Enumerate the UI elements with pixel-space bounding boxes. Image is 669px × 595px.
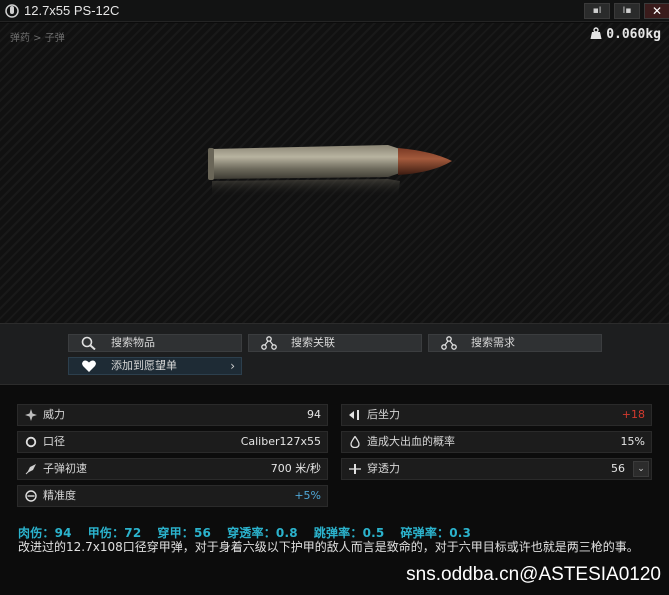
accuracy-icon: [25, 490, 37, 502]
summary-penetration-rate: 穿透率：0.8: [227, 526, 298, 540]
penetration-icon: [349, 464, 361, 474]
weight-display: 0.060kg: [590, 27, 661, 42]
add-wishlist-label: 添加到愿望单: [111, 359, 177, 372]
stat-value: 700 米/秒: [270, 462, 321, 475]
stat-label: 穿透力: [367, 462, 400, 475]
ballistics-summary: 肉伤：94 甲伤：72 穿甲：56 穿透率：0.8 跳弹率：0.5 碎弹率：0.3: [18, 524, 487, 541]
search-needs-label: 搜索需求: [471, 336, 515, 349]
summary-fragmentation-rate: 碎弹率：0.3: [400, 526, 472, 540]
damage-icon: [25, 409, 37, 421]
window-title: 12.7x55 PS-12C: [24, 3, 120, 18]
search-icon: [81, 336, 96, 350]
summary-ricochet-rate: 跳弹率：0.5: [313, 526, 385, 540]
stat-value: +5%: [294, 489, 321, 502]
breadcrumb: 弹药 > 子弹: [10, 33, 65, 44]
stat-label: 子弹初速: [43, 462, 87, 475]
stat-recoil: 后坐力 +18: [341, 404, 652, 426]
summary-armor-damage: 甲伤：72: [87, 526, 142, 540]
link-tree-icon: [261, 336, 277, 350]
stat-penetration: 穿透力 56 ⌄: [341, 458, 652, 480]
stat-damage: 威力 94: [17, 404, 328, 426]
stat-velocity: 子弹初速 700 米/秒: [17, 458, 328, 480]
stat-label: 威力: [43, 408, 65, 421]
stat-accuracy: 精准度 +5%: [17, 485, 328, 507]
stat-value: 15%: [620, 435, 645, 448]
ammo-icon: [5, 4, 19, 18]
summary-penetration: 穿甲：56: [157, 526, 212, 540]
close-button[interactable]: ✕: [644, 3, 669, 19]
add-wishlist-button[interactable]: 添加到愿望单 ›: [68, 357, 242, 375]
restore-button[interactable]: I▪: [614, 3, 640, 19]
action-bar: 搜索物品 搜索关联 搜索需求 添加到愿望单 ›: [0, 323, 669, 385]
velocity-icon: [25, 464, 36, 475]
item-preview: 弹药 > 子弹 0.060kg: [0, 23, 669, 323]
stat-value: 94: [307, 408, 321, 421]
bullet-image: [208, 145, 452, 197]
stat-caliber: 口径 Caliber127x55: [17, 431, 328, 453]
stat-value: Caliber127x55: [240, 435, 321, 448]
heart-icon: [82, 360, 96, 372]
stat-label: 后坐力: [367, 408, 400, 421]
minimize-button[interactable]: ▪I: [584, 3, 610, 19]
search-needs-button[interactable]: 搜索需求: [428, 334, 602, 352]
search-linked-button[interactable]: 搜索关联: [248, 334, 422, 352]
recoil-icon: [349, 410, 359, 420]
window-titlebar[interactable]: 12.7x55 PS-12C ▪I I▪ ✕: [0, 0, 669, 22]
blood-drop-icon: [350, 436, 360, 448]
stat-value: 56: [611, 462, 625, 475]
chevron-down-icon[interactable]: ⌄: [633, 461, 649, 477]
caliber-icon: [25, 436, 37, 448]
watermark: sns.oddba.cn@ASTESIA0120: [406, 564, 661, 585]
stat-value: +18: [621, 408, 645, 421]
item-description: 改进过的12.7x108口径穿甲弹，对于身着六级以下护甲的敌人而言是致命的，对于…: [18, 540, 639, 554]
stat-label: 口径: [43, 435, 65, 448]
requirement-tree-icon: [441, 336, 457, 350]
stat-label: 精准度: [43, 489, 76, 502]
weight-value: 0.060kg: [606, 27, 661, 42]
stat-bleed: 造成大出血的概率 15%: [341, 431, 652, 453]
weight-icon: [590, 27, 602, 39]
stat-label: 造成大出血的概率: [367, 435, 455, 448]
search-item-button[interactable]: 搜索物品: [68, 334, 242, 352]
summary-flesh-damage: 肉伤：94: [18, 526, 72, 540]
search-item-label: 搜索物品: [111, 336, 155, 349]
search-linked-label: 搜索关联: [291, 336, 335, 349]
chevron-right-icon: ›: [230, 359, 235, 373]
